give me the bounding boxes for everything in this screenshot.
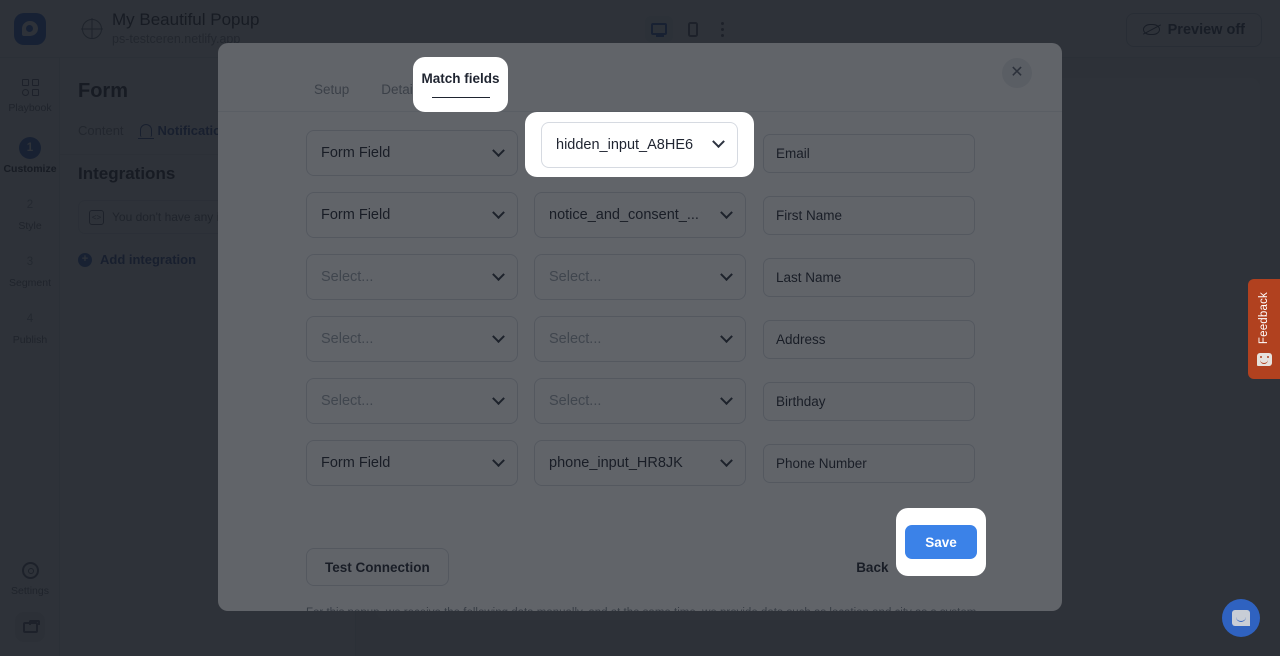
tab-active-underline [432,97,490,99]
spotlight-tab-match-fields[interactable]: Match fields [413,57,508,112]
source-field-select-1[interactable]: hidden_input_A8HE6 [541,122,738,168]
feedback-tab[interactable]: Feedback [1248,279,1280,379]
feedback-label: Feedback [1258,292,1270,344]
save-button[interactable]: Save [905,525,977,559]
screen: My Beautiful Popup ps-testceren.netlify.… [0,0,1280,656]
chat-bubble-icon [1232,610,1250,626]
spotlight-save-button[interactable]: Save [896,508,986,576]
smiley-face-icon [1257,353,1272,366]
spotlight-source-field-select[interactable]: hidden_input_A8HE6 [525,112,754,177]
chat-launcher-button[interactable] [1222,599,1260,637]
tab-match-fields-label: Match fields [421,71,499,86]
source-field-select-1-value: hidden_input_A8HE6 [556,137,693,153]
chevron-down-icon [712,135,725,148]
spotlight-dim-overlay[interactable] [0,0,1280,656]
